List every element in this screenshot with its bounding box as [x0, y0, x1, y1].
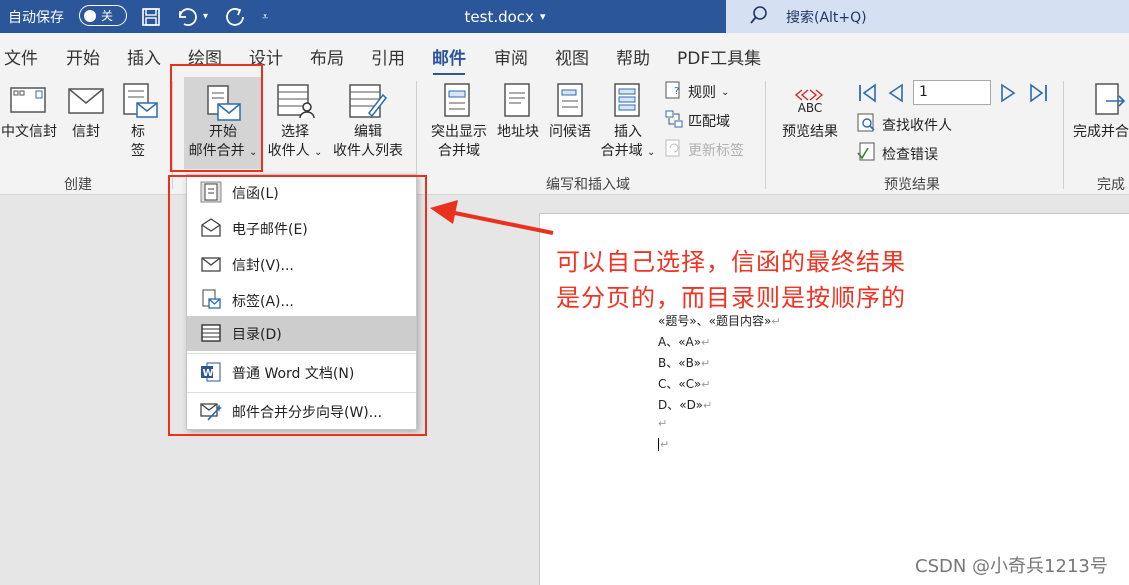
tab-insert[interactable]: 插入	[127, 44, 161, 69]
select-recipients-bottom[interactable]: 收件人 ⌄	[264, 142, 326, 162]
annotation-line-1: 可以自己选择，信函的最终结果	[556, 248, 906, 276]
undo-dropdown-icon[interactable]: ▾	[203, 0, 208, 33]
tab-help[interactable]: 帮助	[616, 44, 650, 69]
tab-review[interactable]: 审阅	[494, 44, 528, 69]
update-labels-button[interactable]: 更新标签	[665, 139, 744, 161]
record-number-input[interactable]: 1	[913, 80, 991, 105]
document-title-text: test.docx	[464, 7, 534, 26]
search-box[interactable]: 搜索(Alt+Q)	[726, 0, 1129, 33]
svg-text:?: ?	[674, 86, 679, 97]
document-line[interactable]: B、«B»↵	[658, 354, 710, 371]
abc-text: ABC	[797, 101, 823, 115]
undo-icon[interactable]	[176, 0, 198, 33]
annotation-arrow-icon	[430, 200, 554, 235]
edit-recipient-list-bottom[interactable]: 收件人列表	[328, 142, 408, 161]
preview-results-button[interactable]: 预览结果	[776, 123, 844, 142]
tab-file[interactable]: 文件	[4, 44, 38, 69]
edit-recipient-list-icon	[349, 83, 387, 125]
finish-merge-button[interactable]: 完成并合	[1073, 123, 1129, 142]
customize-qat-icon[interactable]: ⩡	[262, 0, 268, 33]
match-fields-button[interactable]: 匹配域	[665, 110, 730, 132]
chinese-envelope-icon	[10, 85, 46, 119]
autosave-toggle[interactable]: 关	[79, 5, 127, 26]
first-record-icon[interactable]	[857, 82, 879, 108]
select-recipients-icon	[277, 83, 315, 123]
group-label-create: 创建	[64, 177, 92, 193]
document-line[interactable]: C、«C»↵	[658, 375, 710, 392]
group-separator	[765, 81, 766, 189]
edit-recipient-list-top[interactable]: 编辑	[348, 123, 388, 142]
find-recipient-button[interactable]: 查找收件人	[857, 113, 952, 137]
highlight-merge-fields-bottom[interactable]: 合并域	[424, 142, 494, 161]
highlight-merge-fields-top[interactable]: 突出显示	[424, 123, 494, 142]
watermark: CSDN @小奇兵1213号	[915, 556, 1108, 577]
rules-button[interactable]: ? 规则 ⌄	[665, 81, 729, 103]
insert-merge-field-bottom[interactable]: 合并域 ⌄	[597, 142, 659, 162]
previous-record-icon[interactable]	[886, 82, 906, 108]
autosave-label: 自动保存	[8, 9, 64, 26]
select-recipients-top[interactable]: 选择	[266, 123, 324, 142]
finish-merge-icon	[1094, 83, 1128, 123]
toggle-knob	[84, 9, 96, 22]
document-line[interactable]: A、«A»↵	[658, 333, 710, 350]
search-icon	[748, 4, 770, 30]
autosave-state: 关	[101, 9, 114, 23]
greeting-line-button[interactable]: 问候语	[546, 123, 594, 142]
group-label-finish: 完成	[1097, 177, 1125, 193]
find-recipient-icon	[857, 113, 877, 137]
chevron-down-icon: ▾	[539, 10, 546, 23]
highlight-merge-fields-icon	[443, 83, 473, 123]
match-fields-icon	[665, 110, 683, 132]
tab-references[interactable]: 引用	[371, 44, 405, 69]
group-label-preview: 预览结果	[884, 177, 940, 193]
chinese-envelope-button[interactable]: 中文信封	[0, 123, 58, 142]
group-label-write-insert: 编写和插入域	[546, 177, 630, 193]
labels-button-bottom[interactable]: 签	[128, 142, 148, 161]
tab-layout[interactable]: 布局	[310, 44, 344, 69]
group-separator	[1063, 81, 1064, 189]
paragraph-mark: ↵	[658, 417, 668, 430]
document-line[interactable]: «题号»、«题目内容»↵	[658, 312, 781, 329]
tab-view[interactable]: 视图	[555, 44, 589, 69]
insert-merge-field-icon	[613, 83, 643, 123]
title-bar: 自动保存 关 ▾ ⩡ test.docx ▾ 搜索(Alt+Q)	[0, 0, 1129, 33]
document-title[interactable]: test.docx ▾	[440, 0, 570, 33]
labels-button-top[interactable]: 标	[128, 123, 148, 142]
last-record-icon[interactable]	[1027, 82, 1049, 108]
save-icon[interactable]	[141, 0, 161, 33]
update-labels-icon	[665, 139, 683, 161]
annotation-text: 可以自己选择，信函的最终结果 是分页的，而目录则是按顺序的	[556, 244, 906, 316]
document-line[interactable]: D、«D»↵	[658, 396, 712, 413]
annotation-line-2: 是分页的，而目录则是按顺序的	[556, 284, 906, 312]
tab-mailings[interactable]: 邮件	[432, 44, 466, 76]
check-errors-button[interactable]: 检查错误	[857, 142, 938, 166]
highlight-box-start-merge	[170, 64, 263, 172]
address-block-icon	[503, 83, 533, 123]
labels-icon	[123, 83, 159, 123]
group-separator	[416, 81, 417, 189]
tab-home[interactable]: 开始	[66, 44, 100, 69]
greeting-line-icon	[556, 83, 586, 123]
rules-icon: ?	[665, 81, 683, 103]
envelope-icon	[68, 87, 104, 119]
redo-icon[interactable]	[225, 0, 247, 33]
envelopes-button[interactable]: 信封	[66, 123, 106, 142]
highlight-box-menu	[168, 175, 427, 436]
text-cursor: ↵	[658, 438, 670, 451]
check-errors-icon	[857, 142, 877, 166]
search-placeholder: 搜索(Alt+Q)	[786, 10, 867, 26]
next-record-icon[interactable]	[998, 82, 1018, 108]
insert-merge-field-top[interactable]: 插入	[608, 123, 648, 142]
address-block-button[interactable]: 地址块	[494, 123, 542, 142]
tab-pdf-tools[interactable]: PDF工具集	[677, 44, 761, 69]
